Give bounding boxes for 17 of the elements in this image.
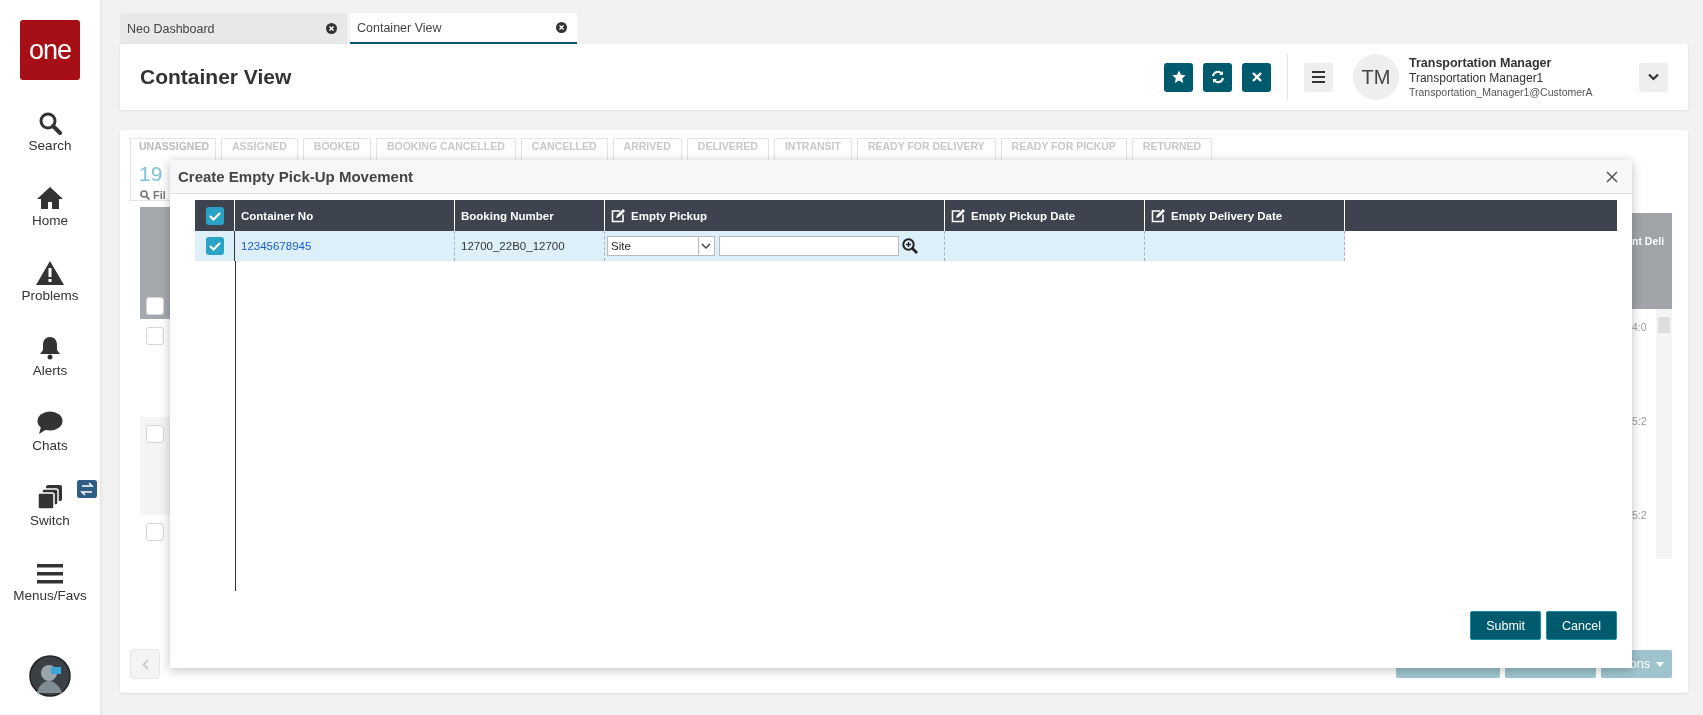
column-header: Container No bbox=[241, 209, 314, 222]
dialog-title: Create Empty Pick-Up Movement bbox=[178, 168, 414, 185]
user-name: Transportation Manager bbox=[1409, 56, 1553, 70]
column-header: Empty Pickup Date bbox=[971, 209, 1076, 222]
page-title: Container View bbox=[140, 65, 292, 89]
column-header: Empty Delivery Date bbox=[1171, 209, 1283, 222]
table-cell-text: 5:2 bbox=[1632, 508, 1648, 523]
table-cell-text: 4:0 bbox=[1632, 320, 1648, 335]
filter-label: Fil bbox=[153, 189, 166, 201]
user-account: Transportation_Manager1@CustomerA bbox=[1409, 86, 1594, 98]
table-cell: 12700_22B0_12700 bbox=[461, 240, 565, 252]
column-header: nt Deli bbox=[1632, 213, 1672, 309]
column-header: Empty Pickup bbox=[631, 209, 708, 222]
user-role: Transportation Manager1 bbox=[1409, 71, 1545, 85]
table-cell-text: 5:2 bbox=[1632, 414, 1648, 429]
status-count: 19 bbox=[139, 162, 163, 186]
column-header: Booking Number bbox=[461, 209, 554, 222]
